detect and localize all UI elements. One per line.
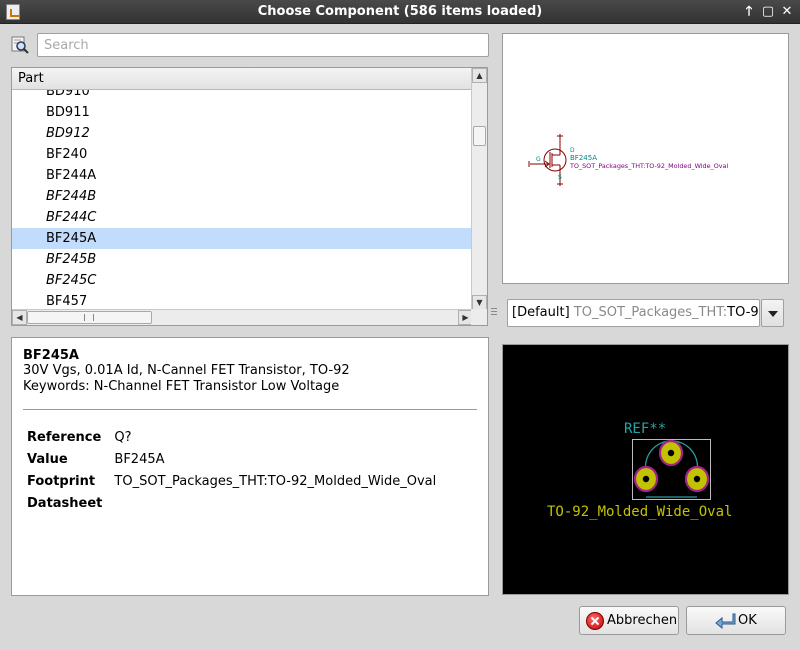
footprint-library: TO_SOT_Packages_THT: [573,305,728,320]
tree-item[interactable]: BF244C [12,207,473,228]
cancel-icon [586,612,604,630]
vertical-scroll-thumb[interactable] [473,126,486,146]
search-icon [11,36,29,54]
symbol-preview[interactable]: D G S BF245A TO_SOT_Packages_THT:TO-92_M… [502,33,789,284]
footprint-ref-text: REF** [624,421,666,437]
cancel-button[interactable]: Abbrechen [579,606,679,635]
ok-button[interactable]: OK [686,606,786,635]
window-title: Choose Component (586 items loaded) [257,4,543,19]
tree-item[interactable]: BF244B [12,186,473,207]
footprint-value-text: TO-92_Molded_Wide_Oval [547,504,732,520]
field-key: Reference [27,430,102,445]
title-bar: Choose Component (586 items loaded) 🡑 ▢ … [0,0,800,24]
tree-item[interactable]: BD911 [12,102,473,123]
ok-button-label: OK [738,613,757,628]
fet-symbol: D G S BF245A TO_SOT_Packages_THT:TO-92_M… [528,134,728,186]
pin-label-source: S [558,174,562,181]
footprint-drawing: REF** TO-92_Molded_Wide_Oval [547,421,732,520]
field-key: Footprint [27,474,96,489]
component-description: 30V Vgs, 0.01A Id, N-Cannel FET Transist… [23,363,350,378]
window-close-icon[interactable]: ✕ [778,3,796,21]
horizontal-scrollbar[interactable]: ◀ ▶ [12,309,473,325]
enter-arrow-icon [715,613,736,629]
tree-item[interactable]: BF457 [12,291,473,310]
field-key: Datasheet [27,496,103,511]
vertical-scrollbar[interactable]: ▲ ▼ [471,68,487,310]
component-keywords: Keywords: N-Channel FET Transistor Low V… [23,379,340,394]
tree-item[interactable]: BD910 [12,90,473,102]
field-value [114,494,448,516]
horizontal-scroll-thumb[interactable] [27,311,152,324]
pin-label-gate: G [536,156,541,163]
scroll-up-arrow-icon[interactable]: ▲ [472,68,487,83]
footprint-select[interactable]: [Default] TO_SOT_Packages_THT:TO-9 [507,299,760,327]
field-value: BF245A [114,452,165,467]
field-row-value: Value BF245A [27,450,448,472]
scroll-corner [471,309,487,325]
footprint-dropdown-chevron-down-icon[interactable] [761,299,784,327]
cancel-button-label: Abbrechen [607,613,678,628]
component-details: BF245A 30V Vgs, 0.01A Id, N-Cannel FET T… [11,337,489,596]
window-maximize-icon[interactable]: ▢ [759,3,777,21]
component-name: BF245A [23,348,79,363]
footprint-preview[interactable]: REF** TO-92_Molded_Wide_Oval [502,344,789,595]
splitter-handle[interactable] [491,308,497,320]
tree-item[interactable]: BD912 [12,123,473,144]
tree-item[interactable]: BF244A [12,165,473,186]
tree-item[interactable]: BF245C [12,270,473,291]
field-value: TO_SOT_Packages_THT:TO-92_Molded_Wide_Ov… [114,474,437,489]
field-value: Q? [114,430,132,445]
field-row-reference: Reference Q? [27,428,448,450]
field-key: Value [27,452,68,467]
scroll-down-arrow-icon[interactable]: ▼ [472,295,487,310]
search-input[interactable] [37,33,489,57]
tree-item[interactable]: BF245B [12,249,473,270]
symbol-value-text: BF245A [570,154,597,162]
tree-item[interactable]: BF245A [12,228,473,249]
field-row-footprint: Footprint TO_SOT_Packages_THT:TO-92_Mold… [27,472,448,494]
footprint-default-prefix: [Default] [512,305,570,320]
window-up-icon[interactable]: 🡑 [740,3,758,21]
footprint-name: TO-9 [727,305,759,320]
tree-item[interactable]: BF240 [12,144,473,165]
pin-label-drain: D [570,147,575,154]
column-header-part[interactable]: Part [12,68,473,90]
fields-table: Reference Q? Value BF245A Footprint TO_S… [27,428,448,516]
field-row-datasheet: Datasheet [27,494,448,516]
symbol-footprint-text: TO_SOT_Packages_THT:TO-92_Molded_Wide_Ov… [569,162,728,170]
component-tree[interactable]: Part BD910 BD911 BD912 BF240 BF244A BF244B BF2… [11,67,488,326]
scroll-left-arrow-icon[interactable]: ◀ [12,310,27,325]
details-separator [23,409,477,410]
tree-rows: BD910 BD911 BD912 BF240 BF244A BF244B BF244C BF… [12,90,473,310]
